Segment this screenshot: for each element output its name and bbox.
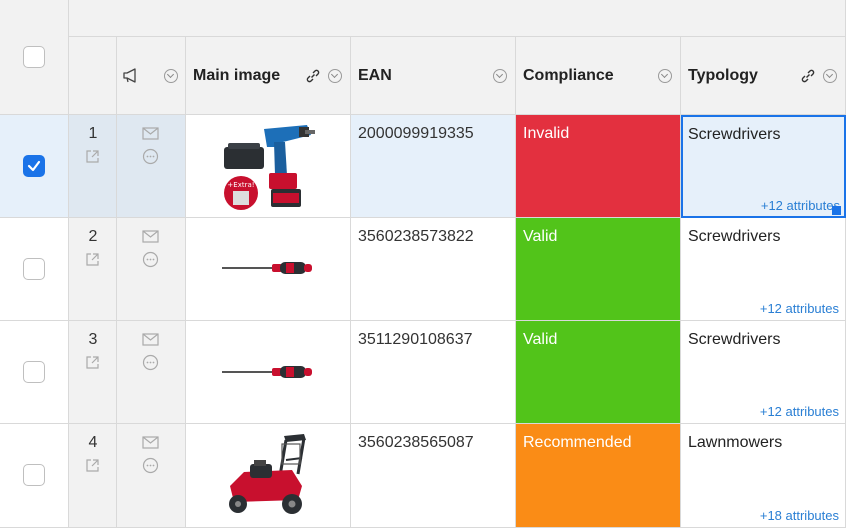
envelope-icon[interactable] (142, 230, 159, 243)
typology-cell[interactable]: Lawnmowers +18 attributes (681, 424, 846, 528)
chevron-down-circle-icon[interactable] (328, 68, 342, 83)
row-actions-cell (117, 424, 186, 528)
typology-value: Screwdrivers (688, 331, 781, 348)
comment-icon[interactable] (142, 148, 159, 165)
link-icon[interactable] (305, 68, 321, 84)
envelope-icon[interactable] (142, 333, 159, 346)
svg-text:+Extra!: +Extra! (227, 181, 254, 189)
main-image-cell[interactable] (186, 218, 351, 321)
row-number-cell: 1 (69, 115, 117, 218)
more-attributes-link[interactable]: +18 attributes (760, 508, 839, 523)
header-ean[interactable]: EAN (351, 37, 516, 115)
header-row-number (69, 37, 117, 115)
header-ean-label: EAN (358, 66, 392, 84)
main-image-cell[interactable] (186, 424, 351, 528)
chevron-down-circle-icon[interactable] (658, 68, 672, 83)
envelope-icon[interactable] (142, 127, 159, 140)
chevron-down-circle-icon[interactable] (823, 68, 837, 83)
product-grid: Main image EAN Compliance Typology 1 +Ex… (0, 0, 846, 528)
typology-cell[interactable]: Screwdrivers +12 attributes (681, 321, 846, 424)
typology-value: Screwdrivers (688, 126, 781, 143)
header-typology[interactable]: Typology (681, 37, 846, 115)
chevron-down-circle-icon[interactable] (493, 68, 507, 83)
open-external-icon[interactable] (85, 149, 100, 164)
ean-cell[interactable]: 3511290108637 (351, 321, 516, 424)
cordless-drill-kit-image: +Extra! (224, 125, 315, 210)
screwdriver-image (222, 366, 312, 378)
header-announcement (117, 37, 186, 115)
more-attributes-link[interactable]: +12 attributes (760, 404, 839, 419)
header-main-image[interactable]: Main image (186, 37, 351, 115)
more-attributes-link[interactable]: +12 attributes (761, 198, 840, 213)
row-number: 1 (88, 125, 98, 142)
row-checkbox[interactable] (23, 258, 45, 280)
row-checkbox[interactable] (23, 464, 45, 486)
typology-cell[interactable]: Screwdrivers +12 attributes (681, 218, 846, 321)
header-typology-label: Typology (688, 66, 758, 84)
main-image-cell[interactable]: +Extra! (186, 115, 351, 218)
row-actions-cell (117, 218, 186, 321)
comment-icon[interactable] (142, 457, 159, 474)
lawnmower-image (229, 434, 306, 514)
select-all-checkbox[interactable] (23, 46, 45, 68)
header-compliance[interactable]: Compliance (516, 37, 681, 115)
chevron-down-circle-icon[interactable] (164, 68, 178, 83)
row-number-cell: 2 (69, 218, 117, 321)
row-checkbox[interactable] (23, 361, 45, 383)
more-attributes-link[interactable]: +12 attributes (760, 301, 839, 316)
comment-icon[interactable] (142, 251, 159, 268)
compliance-value: Valid (523, 331, 558, 348)
header-main-image-label: Main image (193, 66, 281, 84)
typology-cell[interactable]: Screwdrivers +12 attributes (681, 115, 846, 218)
ean-value: 3560238573822 (358, 228, 474, 245)
open-external-icon[interactable] (85, 458, 100, 473)
row-actions-cell (117, 115, 186, 218)
row-checkbox[interactable] (23, 155, 45, 177)
ean-cell[interactable]: 3560238565087 (351, 424, 516, 528)
open-external-icon[interactable] (85, 355, 100, 370)
compliance-value: Recommended (523, 434, 632, 451)
main-image-cell[interactable] (186, 321, 351, 424)
compliance-cell[interactable]: Recommended (516, 424, 681, 528)
compliance-cell[interactable]: Invalid (516, 115, 681, 218)
typology-value: Screwdrivers (688, 228, 781, 245)
screwdriver-image (222, 262, 312, 274)
row-number-cell: 4 (69, 424, 117, 528)
row-number-cell: 3 (69, 321, 117, 424)
open-external-icon[interactable] (85, 252, 100, 267)
comment-icon[interactable] (142, 354, 159, 371)
row-number: 4 (88, 434, 98, 451)
ean-value: 2000099919335 (358, 125, 474, 142)
row-number: 3 (88, 331, 98, 348)
link-icon[interactable] (800, 68, 816, 84)
ean-cell[interactable]: 2000099919335 (351, 115, 516, 218)
compliance-value: Invalid (523, 125, 570, 142)
envelope-icon[interactable] (142, 436, 159, 449)
compliance-cell[interactable]: Valid (516, 321, 681, 424)
header-compliance-label: Compliance (523, 66, 614, 84)
compliance-value: Valid (523, 228, 558, 245)
row-actions-cell (117, 321, 186, 424)
row-number: 2 (88, 228, 98, 245)
compliance-cell[interactable]: Valid (516, 218, 681, 321)
ean-cell[interactable]: 3560238573822 (351, 218, 516, 321)
group-header-strip (69, 0, 846, 37)
fill-handle[interactable] (832, 206, 841, 215)
megaphone-icon[interactable] (123, 68, 140, 83)
ean-value: 3560238565087 (358, 434, 474, 451)
ean-value: 3511290108637 (358, 331, 473, 348)
typology-value: Lawnmowers (688, 434, 783, 451)
